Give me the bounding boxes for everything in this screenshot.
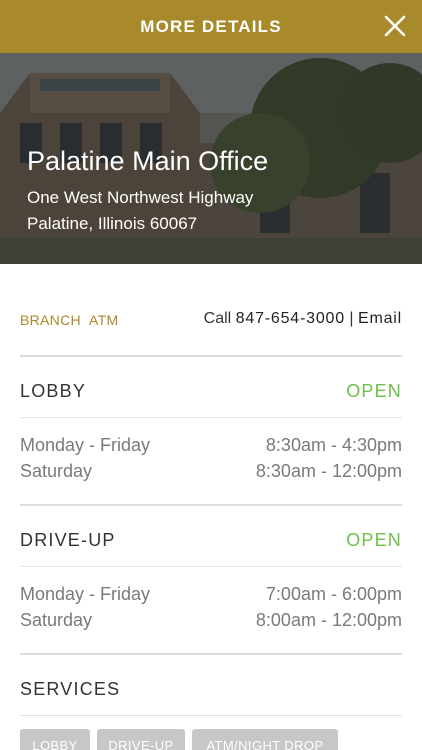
drive-up-status: OPEN (346, 530, 402, 550)
atm-tab[interactable]: ATM (89, 312, 118, 328)
address-line-2: Palatine, Illinois 60067 (27, 214, 198, 233)
branch-name: Palatine Main Office (27, 146, 269, 176)
phone-link[interactable]: 847-654-3000 (236, 310, 345, 328)
call-group: Call 847-654-3000 | Email (204, 310, 402, 328)
branch-hero-image: Palatine Main Office One West Northwest … (0, 53, 422, 264)
divider (20, 355, 402, 357)
lobby-title: LOBBY (20, 381, 87, 401)
close-icon (384, 15, 406, 37)
service-chip-drive-up[interactable]: DRIVE-UP (97, 729, 185, 750)
services-title: SERVICES (20, 679, 121, 699)
divider (20, 566, 402, 567)
service-chip-atm-night-drop[interactable]: ATM/NIGHT DROP (192, 729, 338, 750)
address-line-1: One West Northwest Highway (27, 188, 254, 207)
lobby-hours-days: Saturday (20, 461, 93, 481)
divider (20, 504, 402, 506)
close-button[interactable] (382, 13, 408, 39)
header-bar: MORE DETAILS (0, 0, 422, 53)
page-title: MORE DETAILS (140, 16, 282, 36)
email-link[interactable]: Email (358, 310, 402, 328)
contact-row: BRANCH ATM Call 847-654-3000 | Email (20, 310, 402, 330)
drive-up-title: DRIVE-UP (20, 530, 116, 550)
drive-up-hours-days: Saturday (20, 610, 93, 630)
branch-tab[interactable]: BRANCH (20, 312, 81, 328)
lobby-hours-time: 8:30am - 12:00pm (255, 461, 402, 481)
lobby-hours-time: 8:30am - 4:30pm (265, 435, 402, 455)
lobby-status: OPEN (346, 381, 402, 401)
service-chip-lobby[interactable]: LOBBY (20, 729, 90, 750)
divider (20, 653, 402, 655)
drive-up-hours-time: 7:00am - 6:00pm (265, 584, 402, 604)
lobby-hours-days: Monday - Friday (20, 435, 151, 455)
drive-up-hours-time: 8:00am - 12:00pm (255, 610, 402, 630)
divider (20, 417, 402, 418)
separator: | (349, 310, 354, 327)
divider (20, 715, 402, 716)
call-prefix: Call (203, 310, 232, 327)
drive-up-hours-days: Monday - Friday (20, 584, 151, 604)
